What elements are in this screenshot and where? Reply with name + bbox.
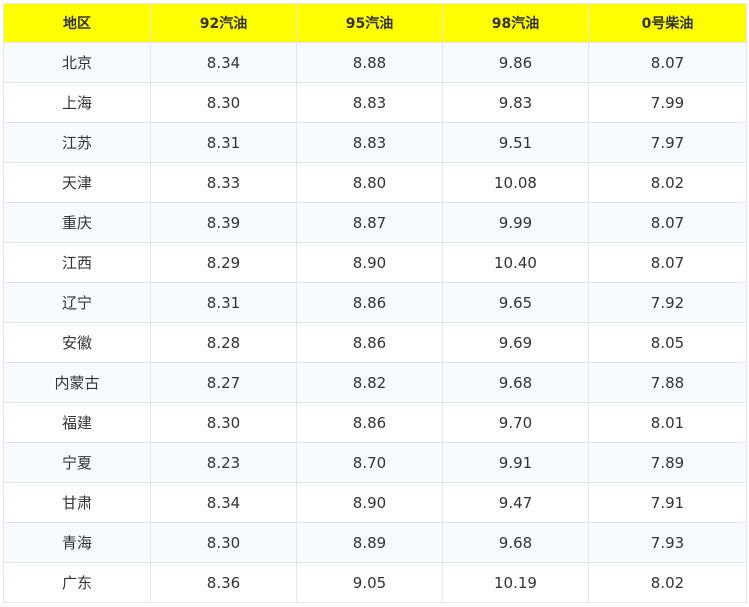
table-row: 内蒙古 8.27 8.82 9.68 7.88 <box>3 362 747 403</box>
table-row: 福建 8.30 8.86 9.70 8.01 <box>3 402 747 443</box>
table-row: 北京 8.34 8.88 9.86 8.07 <box>3 42 747 83</box>
cell-95-price: 8.90 <box>296 482 443 523</box>
cell-0-diesel-price: 7.93 <box>588 522 747 563</box>
cell-0-diesel-price: 7.88 <box>588 362 747 403</box>
cell-95-price: 8.88 <box>296 42 443 83</box>
cell-0-diesel-price: 8.01 <box>588 402 747 443</box>
cell-95-price: 8.86 <box>296 282 443 323</box>
cell-98-price: 9.47 <box>442 482 589 523</box>
fuel-price-table-container: 地区 92汽油 95汽油 98汽油 0号柴油 北京 8.34 8.88 9.86 8.0… <box>0 0 749 607</box>
cell-region: 上海 <box>3 82 151 123</box>
cell-95-price: 8.87 <box>296 202 443 243</box>
table-header: 地区 92汽油 95汽油 98汽油 0号柴油 <box>3 3 747 43</box>
cell-95-price: 8.70 <box>296 442 443 483</box>
cell-98-price: 9.68 <box>442 362 589 403</box>
cell-95-price: 8.89 <box>296 522 443 563</box>
table-row: 辽宁 8.31 8.86 9.65 7.92 <box>3 282 747 323</box>
header-region: 地区 <box>3 3 151 43</box>
table-row: 安徽 8.28 8.86 9.69 8.05 <box>3 322 747 363</box>
cell-0-diesel-price: 7.89 <box>588 442 747 483</box>
cell-92-price: 8.28 <box>150 322 297 363</box>
cell-region: 北京 <box>3 42 151 83</box>
cell-95-price: 8.90 <box>296 242 443 283</box>
cell-92-price: 8.39 <box>150 202 297 243</box>
cell-0-diesel-price: 8.02 <box>588 162 747 203</box>
table-row: 江苏 8.31 8.83 9.51 7.97 <box>3 122 747 163</box>
cell-95-price: 8.83 <box>296 122 443 163</box>
cell-98-price: 9.83 <box>442 82 589 123</box>
cell-0-diesel-price: 7.92 <box>588 282 747 323</box>
cell-0-diesel-price: 7.97 <box>588 122 747 163</box>
header-0-diesel: 0号柴油 <box>588 3 747 43</box>
cell-region: 甘肃 <box>3 482 151 523</box>
table-body: 北京 8.34 8.88 9.86 8.07 上海 8.30 8.83 9.83 7.99 江苏 8.… <box>3 42 747 603</box>
cell-0-diesel-price: 8.07 <box>588 242 747 283</box>
cell-92-price: 8.29 <box>150 242 297 283</box>
table-row: 青海 8.30 8.89 9.68 7.93 <box>3 522 747 563</box>
cell-0-diesel-price: 7.91 <box>588 482 747 523</box>
cell-92-price: 8.30 <box>150 522 297 563</box>
header-98-gasoline: 98汽油 <box>442 3 589 43</box>
cell-region: 宁夏 <box>3 442 151 483</box>
cell-92-price: 8.27 <box>150 362 297 403</box>
cell-region: 江苏 <box>3 122 151 163</box>
cell-92-price: 8.34 <box>150 482 297 523</box>
cell-92-price: 8.30 <box>150 402 297 443</box>
cell-92-price: 8.34 <box>150 42 297 83</box>
cell-92-price: 8.33 <box>150 162 297 203</box>
cell-95-price: 8.83 <box>296 82 443 123</box>
table-row: 上海 8.30 8.83 9.83 7.99 <box>3 82 747 123</box>
cell-92-price: 8.31 <box>150 122 297 163</box>
header-95-gasoline: 95汽油 <box>296 3 443 43</box>
table-row: 江西 8.29 8.90 10.40 8.07 <box>3 242 747 283</box>
cell-92-price: 8.31 <box>150 282 297 323</box>
cell-0-diesel-price: 8.05 <box>588 322 747 363</box>
cell-98-price: 9.86 <box>442 42 589 83</box>
cell-98-price: 9.69 <box>442 322 589 363</box>
cell-92-price: 8.23 <box>150 442 297 483</box>
header-row: 地区 92汽油 95汽油 98汽油 0号柴油 <box>3 3 747 43</box>
cell-region: 天津 <box>3 162 151 203</box>
cell-region: 江西 <box>3 242 151 283</box>
cell-95-price: 8.82 <box>296 362 443 403</box>
table-row: 天津 8.33 8.80 10.08 8.02 <box>3 162 747 203</box>
cell-92-price: 8.36 <box>150 562 297 603</box>
cell-98-price: 9.70 <box>442 402 589 443</box>
table-row: 宁夏 8.23 8.70 9.91 7.89 <box>3 442 747 483</box>
cell-region: 福建 <box>3 402 151 443</box>
table-row: 甘肃 8.34 8.90 9.47 7.91 <box>3 482 747 523</box>
cell-98-price: 9.65 <box>442 282 589 323</box>
table-row: 广东 8.36 9.05 10.19 8.02 <box>3 562 747 603</box>
cell-95-price: 8.86 <box>296 402 443 443</box>
table-row: 重庆 8.39 8.87 9.99 8.07 <box>3 202 747 243</box>
cell-region: 重庆 <box>3 202 151 243</box>
cell-0-diesel-price: 8.07 <box>588 202 747 243</box>
cell-region: 青海 <box>3 522 151 563</box>
cell-92-price: 8.30 <box>150 82 297 123</box>
cell-region: 广东 <box>3 562 151 603</box>
cell-region: 安徽 <box>3 322 151 363</box>
cell-98-price: 9.51 <box>442 122 589 163</box>
header-92-gasoline: 92汽油 <box>150 3 297 43</box>
cell-95-price: 8.86 <box>296 322 443 363</box>
fuel-price-table: 地区 92汽油 95汽油 98汽油 0号柴油 北京 8.34 8.88 9.86 8.0… <box>3 3 747 603</box>
cell-95-price: 9.05 <box>296 562 443 603</box>
cell-98-price: 10.19 <box>442 562 589 603</box>
cell-98-price: 10.08 <box>442 162 589 203</box>
cell-98-price: 9.91 <box>442 442 589 483</box>
cell-region: 内蒙古 <box>3 362 151 403</box>
cell-95-price: 8.80 <box>296 162 443 203</box>
cell-0-diesel-price: 8.02 <box>588 562 747 603</box>
cell-98-price: 9.68 <box>442 522 589 563</box>
cell-region: 辽宁 <box>3 282 151 323</box>
cell-98-price: 9.99 <box>442 202 589 243</box>
cell-0-diesel-price: 8.07 <box>588 42 747 83</box>
cell-98-price: 10.40 <box>442 242 589 283</box>
cell-0-diesel-price: 7.99 <box>588 82 747 123</box>
